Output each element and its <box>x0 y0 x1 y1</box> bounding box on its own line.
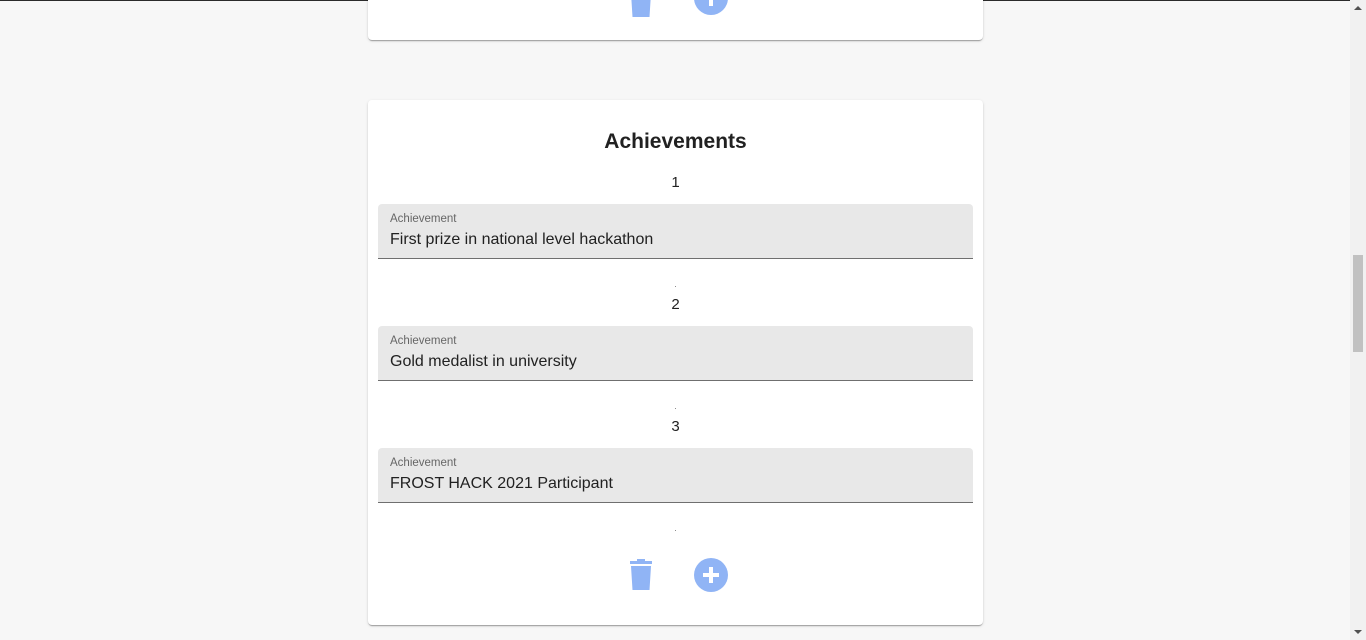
section-title: Achievements <box>604 130 747 153</box>
vertical-scrollbar[interactable] <box>1350 0 1366 640</box>
plus-circle-icon <box>694 558 728 592</box>
field-value[interactable]: Gold medalist in university <box>390 353 577 371</box>
delete-entry-button[interactable] <box>629 0 653 23</box>
entry-number: 1 <box>671 174 680 191</box>
add-entry-button[interactable] <box>694 0 728 20</box>
achievements-card: Achievements 1 Achievement First prize i… <box>368 100 983 625</box>
trash-icon <box>630 559 652 590</box>
achievement-field[interactable]: Achievement First prize in national leve… <box>378 204 973 259</box>
delete-achievement-button[interactable] <box>629 559 653 596</box>
entry-separator: . <box>674 280 677 289</box>
field-value[interactable]: First prize in national level hackathon <box>390 231 653 249</box>
field-label: Achievement <box>390 335 457 347</box>
achievement-field[interactable]: Achievement FROST HACK 2021 Participant <box>378 448 973 503</box>
field-value[interactable]: FROST HACK 2021 Participant <box>390 475 613 493</box>
page-viewport: Achievements 1 Achievement First prize i… <box>0 0 1366 640</box>
entry-number: 3 <box>671 418 680 435</box>
entry-separator: . <box>674 402 677 411</box>
plus-circle-icon <box>694 0 728 15</box>
field-label: Achievement <box>390 213 457 225</box>
field-label: Achievement <box>390 457 457 469</box>
add-achievement-button[interactable] <box>694 558 728 597</box>
previous-section-card <box>368 0 983 40</box>
entry-separator: . <box>674 524 677 533</box>
entry-number: 2 <box>671 296 680 313</box>
scroll-down-arrow-icon[interactable] <box>1350 624 1366 640</box>
achievement-field[interactable]: Achievement Gold medalist in university <box>378 326 973 381</box>
trash-icon <box>631 0 651 17</box>
scrollbar-thumb[interactable] <box>1353 255 1363 352</box>
scroll-up-arrow-icon[interactable] <box>1350 0 1366 16</box>
